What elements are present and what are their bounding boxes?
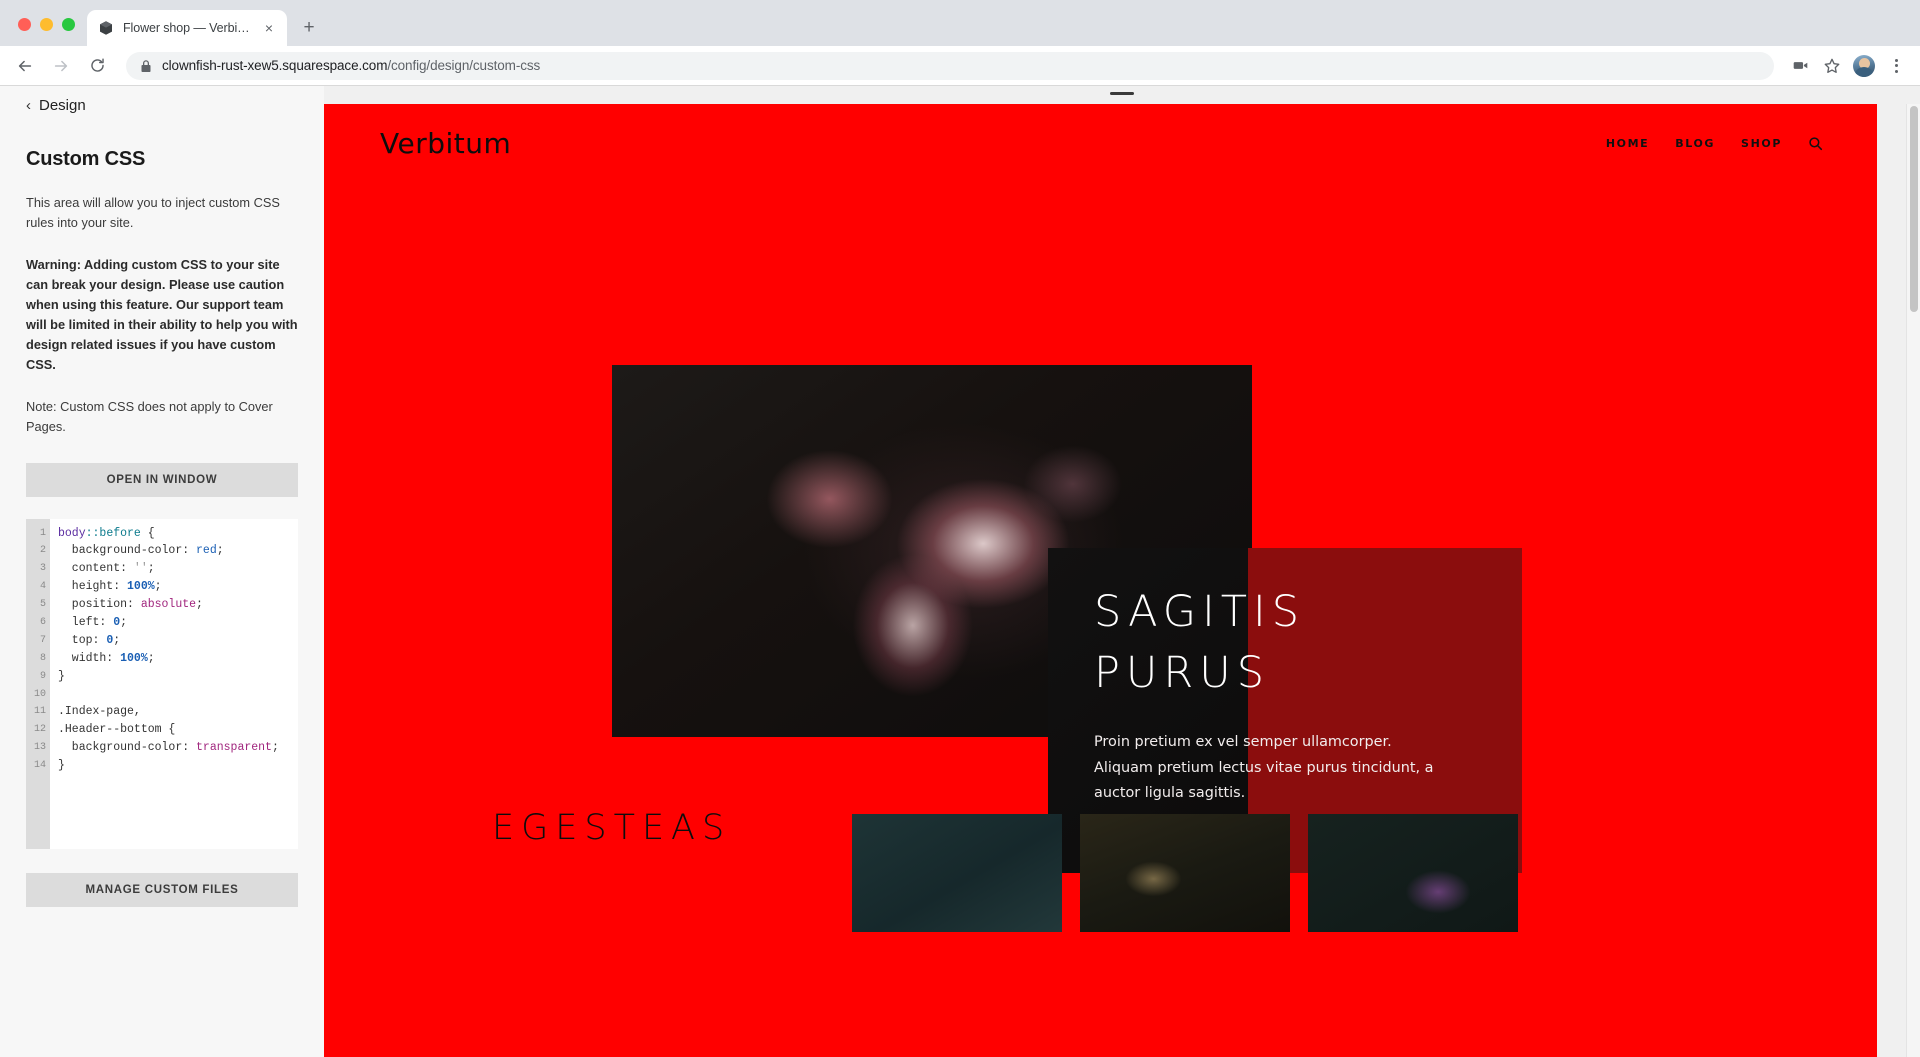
line-number: 9 — [39, 670, 46, 682]
nav-item-blog[interactable]: BLOG — [1675, 137, 1715, 150]
browser-toolbar: clownfish-rust-xew5.squarespace.com/conf… — [0, 46, 1920, 86]
code-line: left: 0; — [58, 615, 128, 629]
line-number: 14 — [33, 760, 46, 772]
address-bar[interactable]: clownfish-rust-xew5.squarespace.com/conf… — [126, 51, 1774, 80]
cube-icon — [97, 20, 114, 37]
line-number: 3 — [39, 563, 46, 575]
thumbnail-image[interactable] — [1308, 814, 1518, 932]
close-window-button[interactable] — [18, 18, 31, 31]
hero-section: SAGITIS PURUS Proin pretium ex vel sempe… — [324, 182, 1877, 873]
thumbnail-image[interactable] — [1080, 814, 1290, 932]
new-tab-button[interactable]: + — [295, 13, 323, 41]
line-number: 13 — [33, 742, 46, 754]
line-number: 12 — [33, 724, 46, 736]
line-number: 7 — [39, 634, 46, 646]
code-line: .Index-page, — [58, 705, 141, 719]
back-arrow-icon[interactable] — [10, 51, 40, 81]
hero-heading-line-1: SAGITIS — [1094, 587, 1305, 637]
back-to-design-link[interactable]: ‹ Design — [26, 97, 298, 114]
panel-description: This area will allow you to inject custo… — [26, 195, 280, 230]
kebab-menu-icon[interactable] — [1882, 52, 1910, 80]
lower-section: EGESTEAS — [324, 808, 1877, 932]
maximize-window-button[interactable] — [62, 18, 75, 31]
browser-window: Flower shop — Verbitum × + clownfish-rus… — [0, 0, 1920, 1057]
line-number: 11 — [33, 706, 46, 718]
hero-text-block: SAGITIS PURUS Proin pretium ex vel sempe… — [1094, 582, 1494, 807]
line-number: 1 — [39, 527, 46, 539]
profile-avatar[interactable] — [1850, 52, 1878, 80]
open-in-window-button[interactable]: OPEN IN WINDOW — [26, 462, 298, 497]
hero-heading: SAGITIS PURUS — [1094, 582, 1494, 704]
page-title: Custom CSS — [26, 148, 146, 170]
bookmark-star-icon[interactable] — [1818, 52, 1846, 80]
code-line: top: 0; — [58, 633, 121, 647]
code-line: } — [58, 669, 65, 683]
code-line: background-color: red; — [58, 544, 224, 558]
line-number: 5 — [39, 599, 46, 611]
nav-item-shop[interactable]: SHOP — [1741, 137, 1782, 150]
page-content: ‹ Design Custom CSS This area will allow… — [0, 86, 1920, 1057]
panel-note: Note: Custom CSS does not apply to Cover… — [26, 398, 273, 434]
video-camera-icon[interactable] — [1786, 52, 1814, 80]
code-line: content: ''; — [58, 562, 155, 576]
chevron-left-icon: ‹ — [26, 97, 31, 114]
reload-icon[interactable] — [82, 51, 112, 81]
css-code-editor[interactable]: 1 2 3 4 5 6 7 8 9 10 11 12 13 14 body::b… — [26, 518, 298, 849]
tab-title: Flower shop — Verbitum — [123, 21, 252, 35]
manage-custom-files-button[interactable]: MANAGE CUSTOM FILES — [26, 872, 298, 907]
line-number: 4 — [39, 581, 46, 593]
code-line: } — [58, 759, 65, 773]
thumbnail-row — [852, 814, 1518, 932]
section-title: EGESTEAS — [492, 808, 732, 848]
url-text: clownfish-rust-xew5.squarespace.com/conf… — [162, 58, 541, 73]
line-number: 2 — [39, 545, 46, 557]
panel-warning: Warning: Adding custom CSS to your site … — [26, 256, 298, 372]
tab-strip: Flower shop — Verbitum × + — [0, 0, 1920, 46]
lock-icon — [140, 59, 152, 73]
nav-item-home[interactable]: HOME — [1606, 137, 1649, 150]
site-navigation: HOME BLOG SHOP — [1606, 136, 1823, 151]
search-icon[interactable] — [1808, 136, 1823, 151]
custom-css-panel: ‹ Design Custom CSS This area will allow… — [0, 86, 324, 1057]
line-number-gutter: 1 2 3 4 5 6 7 8 9 10 11 12 13 14 — [26, 518, 50, 849]
browser-tab[interactable]: Flower shop — Verbitum × — [87, 10, 287, 46]
code-line: body::before { — [58, 526, 155, 540]
back-link-label: Design — [39, 97, 86, 114]
site-preview-pane: Verbitum HOME BLOG SHOP SAGITIS PURUS Pr… — [324, 86, 1920, 1057]
site-header: Verbitum HOME BLOG SHOP — [324, 104, 1877, 182]
line-number: 6 — [39, 616, 46, 628]
line-number: 8 — [39, 652, 46, 664]
site-logo[interactable]: Verbitum — [380, 127, 511, 160]
hero-heading-line-2: PURUS — [1094, 648, 1271, 699]
code-line: background-color: transparent; — [58, 741, 279, 755]
code-lines[interactable]: body::before { background-color: red; co… — [50, 518, 298, 849]
preview-drag-handle[interactable] — [1110, 92, 1134, 95]
code-line: position: absolute; — [58, 598, 203, 612]
code-line: width: 100%; — [58, 651, 155, 665]
code-line: .Header--bottom { — [58, 723, 176, 737]
line-number: 10 — [33, 688, 46, 700]
close-tab-icon[interactable]: × — [261, 20, 277, 36]
toolbar-actions — [1782, 52, 1910, 80]
preview-scrollbar[interactable] — [1906, 104, 1920, 1057]
forward-arrow-icon[interactable] — [46, 51, 76, 81]
avatar — [1853, 54, 1875, 77]
hero-paragraph: Proin pretium ex vel semper ullamcorper.… — [1094, 734, 1434, 802]
scrollbar-thumb[interactable] — [1910, 106, 1918, 312]
minimize-window-button[interactable] — [40, 18, 53, 31]
code-line: height: 100%; — [58, 580, 162, 594]
thumbnail-image[interactable] — [852, 814, 1062, 932]
website-preview[interactable]: Verbitum HOME BLOG SHOP SAGITIS PURUS Pr… — [324, 104, 1877, 1057]
window-controls — [10, 18, 87, 46]
